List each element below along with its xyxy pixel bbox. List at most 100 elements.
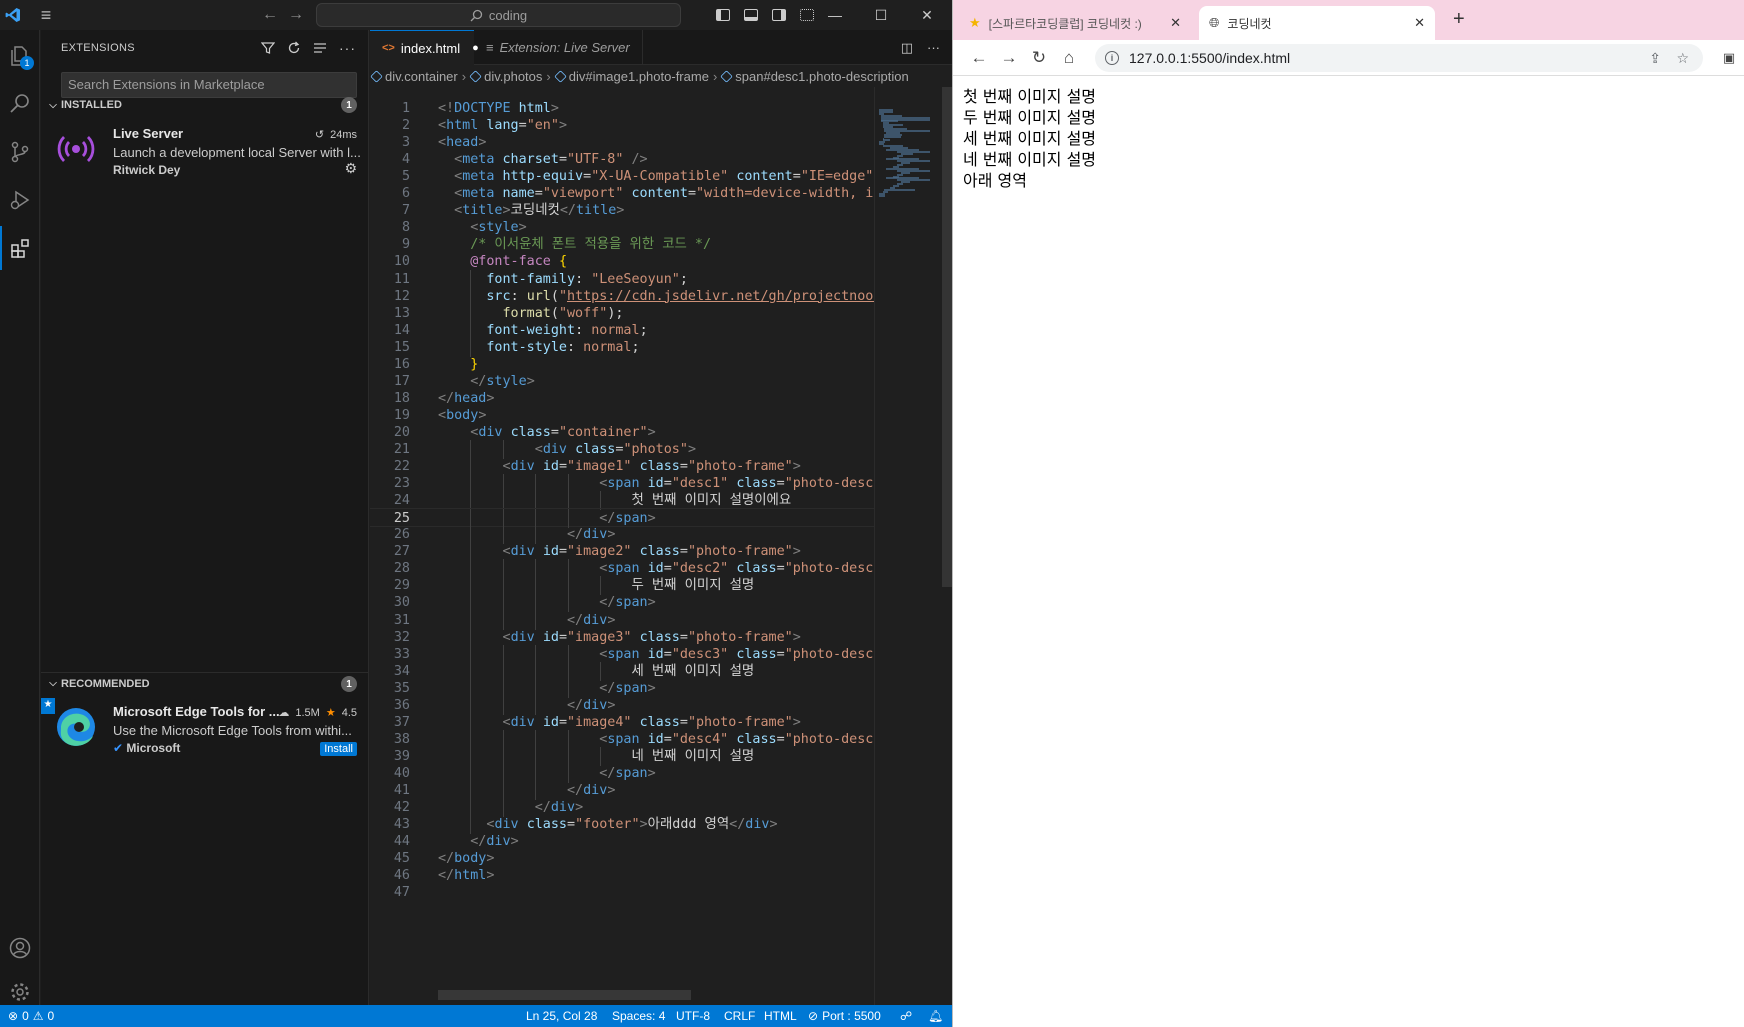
tab-label: Extension: Live Server bbox=[499, 40, 630, 55]
element-icon bbox=[469, 69, 482, 83]
breadcrumb-item[interactable]: div#image1.photo-frame bbox=[554, 69, 709, 84]
minimap-line bbox=[884, 135, 902, 138]
block-icon: ⊘ bbox=[808, 1009, 819, 1023]
star-favicon-icon: ★ bbox=[969, 15, 981, 30]
explorer-icon[interactable]: 1 bbox=[0, 34, 40, 78]
install-button[interactable]: Install bbox=[320, 742, 357, 756]
problems-indicator[interactable]: ⊗ 0 ⚠ 0 bbox=[8, 1005, 54, 1027]
browser-tab-strip: ★ [스파르타코딩클럽] 코딩네컷 :) ✕ 🌐︎ 코딩네컷 ✕ + bbox=[953, 0, 1744, 40]
command-center-search[interactable]: coding bbox=[316, 3, 681, 27]
explorer-badge: 1 bbox=[20, 56, 34, 70]
warning-icon: ⚠ bbox=[32, 1009, 44, 1023]
globe-favicon-icon: 🌐︎ bbox=[1209, 15, 1220, 30]
breadcrumb-item[interactable]: span#desc1.photo-description bbox=[720, 69, 909, 84]
minimize-button[interactable]: — bbox=[812, 0, 858, 30]
encoding[interactable]: UTF-8 bbox=[676, 1005, 710, 1027]
chevron-down-icon: ⌵ bbox=[49, 99, 57, 111]
chevron-right-icon: › bbox=[712, 68, 718, 84]
element-icon bbox=[554, 69, 567, 83]
bookmark-star-icon[interactable]: ☆ bbox=[1676, 50, 1689, 67]
code-editor[interactable]: 1 <!DOCTYPE html> 2 <html lang="en"> 3 <head>… bbox=[370, 87, 874, 1005]
close-tab-icon[interactable]: ✕ bbox=[1170, 15, 1181, 31]
live-server-port[interactable]: ⊘ Port : 5500 bbox=[808, 1005, 881, 1027]
split-editor-icon[interactable]: ◫ bbox=[901, 40, 913, 56]
address-bar[interactable]: i 127.0.0.1:5500/index.html ⇪ ☆ bbox=[1095, 44, 1703, 72]
home-icon[interactable]: ⌂ bbox=[1057, 46, 1081, 70]
activity-bar: 1 bbox=[0, 30, 40, 1005]
maximize-button[interactable]: ☐ bbox=[858, 0, 904, 30]
hamburger-menu-icon[interactable]: ≡ bbox=[26, 0, 66, 30]
accounts-icon[interactable] bbox=[0, 926, 40, 970]
search-icon[interactable] bbox=[0, 82, 40, 126]
minimap[interactable] bbox=[874, 87, 940, 1005]
horizontal-scrollbar[interactable] bbox=[438, 990, 691, 1000]
verified-publisher-icon: ✔ bbox=[113, 741, 124, 755]
url-text: 127.0.0.1:5500/index.html bbox=[1129, 50, 1291, 66]
extension-publisher: Microsoft bbox=[126, 741, 181, 755]
toggle-secondary-sidebar-icon[interactable] bbox=[772, 9, 786, 21]
browser-tab-codingnecut[interactable]: 🌐︎ 코딩네컷 ✕ bbox=[1199, 6, 1435, 40]
tab-index-html[interactable]: <> index.html ● bbox=[370, 30, 479, 65]
error-icon: ⊗ bbox=[8, 1009, 19, 1023]
new-tab-button[interactable]: + bbox=[1453, 8, 1465, 31]
share-icon[interactable]: ⇪ bbox=[1649, 50, 1661, 67]
chevron-down-icon: ⌵ bbox=[49, 678, 57, 689]
breadcrumb-item[interactable]: div.photos bbox=[469, 69, 542, 84]
code-line[interactable]: 47 bbox=[370, 883, 874, 902]
recommended-section-header[interactable]: ⌵ RECOMMENDED 1 bbox=[41, 672, 369, 694]
recommended-count-badge: 1 bbox=[341, 676, 357, 692]
element-icon bbox=[720, 69, 734, 83]
toggle-panel-icon[interactable] bbox=[744, 9, 758, 21]
site-info-icon[interactable]: i bbox=[1105, 51, 1119, 65]
minimap-line bbox=[879, 194, 886, 197]
close-window-button[interactable]: ✕ bbox=[904, 0, 950, 30]
reload-icon[interactable]: ↻ bbox=[1027, 46, 1051, 70]
preview-icon: ≡ bbox=[486, 40, 494, 55]
html-file-icon: <> bbox=[382, 42, 395, 54]
toggle-primary-sidebar-icon[interactable] bbox=[716, 9, 730, 21]
extension-settings-gear-icon[interactable]: ⚙ bbox=[344, 160, 357, 177]
page-text-line: 첫 번째 이미지 설명 bbox=[963, 87, 1097, 106]
extension-item-live-server[interactable]: Live Server ↺ 24ms Launch a development l… bbox=[41, 120, 369, 182]
breadcrumb: div.container › div.photos › div#image1.… bbox=[370, 65, 952, 87]
search-icon bbox=[470, 9, 482, 21]
vertical-scrollbar[interactable] bbox=[940, 87, 952, 1005]
tab-extension-live-server[interactable]: ≡ Extension: Live Server bbox=[474, 30, 643, 65]
installed-section-label: INSTALLED bbox=[61, 99, 122, 111]
page-text-line: 네 번째 이미지 설명 bbox=[963, 150, 1097, 169]
installed-section-header[interactable]: ⌵ INSTALLED 1 bbox=[41, 94, 369, 116]
side-panel-icon[interactable]: ▣ bbox=[1717, 46, 1741, 70]
web-page-content: 첫 번째 이미지 설명 두 번째 이미지 설명 세 번째 이미지 설명 네 번째 이미… bbox=[963, 86, 1096, 191]
line-number: 47 bbox=[393, 885, 410, 901]
activation-time: 24ms bbox=[330, 128, 357, 141]
back-arrow-icon[interactable]: ← bbox=[262, 0, 278, 30]
forward-arrow-icon[interactable]: → bbox=[288, 0, 304, 30]
breadcrumb-item[interactable]: div.container bbox=[370, 69, 458, 84]
cursor-position[interactable]: Ln 25, Col 28 bbox=[526, 1005, 597, 1027]
browser-tab-sparta[interactable]: ★ [스파르타코딩클럽] 코딩네컷 :) ✕ bbox=[959, 6, 1191, 40]
notifications-bell-icon[interactable]: 🔔︎ bbox=[928, 1005, 943, 1027]
clear-search-results-icon[interactable] bbox=[313, 41, 327, 55]
extension-name: Microsoft Edge Tools for ... bbox=[113, 704, 280, 719]
more-actions-icon[interactable]: ··· bbox=[339, 40, 356, 56]
close-tab-icon[interactable]: ✕ bbox=[1414, 15, 1425, 31]
cloud-download-icon: ☁ bbox=[278, 707, 290, 719]
extensions-icon[interactable] bbox=[0, 226, 40, 270]
page-text-line: 세 번째 이미지 설명 bbox=[963, 129, 1097, 148]
indentation[interactable]: Spaces: 4 bbox=[612, 1005, 665, 1027]
minimap-line bbox=[884, 188, 915, 191]
back-arrow-icon[interactable]: ← bbox=[967, 46, 991, 70]
refresh-icon[interactable] bbox=[287, 41, 301, 55]
feedback-icon[interactable]: ☍ bbox=[900, 1005, 912, 1027]
forward-arrow-icon[interactable]: → bbox=[997, 46, 1021, 70]
more-actions-icon[interactable]: ··· bbox=[927, 40, 940, 55]
source-control-icon[interactable] bbox=[0, 130, 40, 174]
extension-item-edge-tools[interactable]: ★ Microsoft Edge Tools for ... ☁ 1.5M ★ 4.… bbox=[41, 698, 369, 760]
history-icon: ↺ bbox=[314, 129, 325, 141]
end-of-line[interactable]: CRLF bbox=[724, 1005, 755, 1027]
scrollbar-thumb[interactable] bbox=[942, 87, 952, 587]
run-and-debug-icon[interactable] bbox=[0, 178, 40, 222]
extension-description: Use the Microsoft Edge Tools from withi.… bbox=[113, 723, 352, 738]
language-mode[interactable]: HTML bbox=[764, 1005, 797, 1027]
filter-icon[interactable] bbox=[261, 41, 275, 55]
